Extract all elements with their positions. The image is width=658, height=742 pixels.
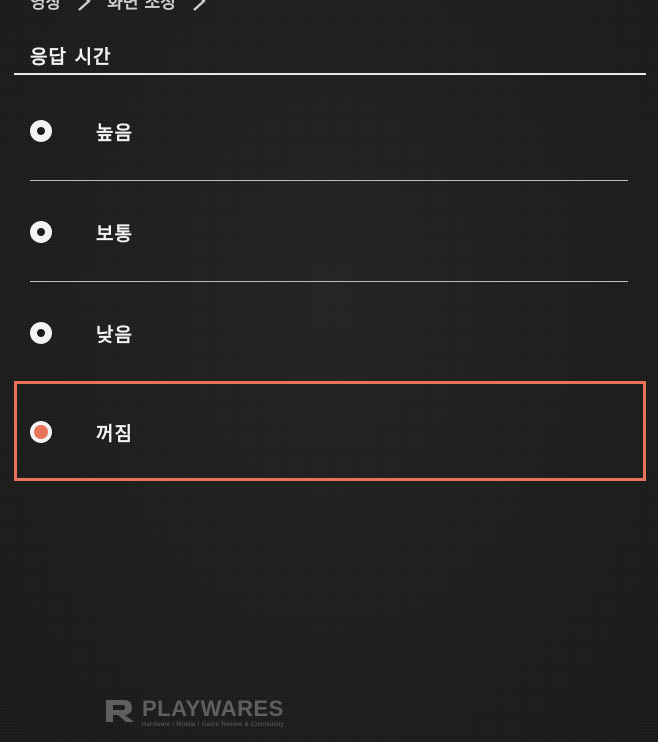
page-title: 응답 시간 (30, 46, 112, 68)
option-off[interactable]: 꺼짐 (14, 381, 646, 481)
chevron-right-icon (77, 0, 92, 12)
radio-button-icon[interactable] (30, 221, 52, 243)
radio-button-icon[interactable] (30, 120, 52, 142)
option-low[interactable]: 낮음 (14, 282, 646, 382)
title-divider (14, 73, 646, 75)
option-label: 높음 (96, 122, 133, 144)
playwares-logo-icon (104, 698, 136, 728)
option-label: 보통 (96, 223, 133, 245)
watermark: PLAYWARES Hardware / Mobile / Game Revie… (104, 698, 284, 728)
option-label: 꺼짐 (96, 423, 133, 445)
breadcrumb-item-screen-adjust[interactable]: 화면 조정 (107, 0, 175, 13)
option-label: 낮음 (96, 324, 133, 346)
watermark-brand: PLAYWARES (142, 696, 284, 721)
breadcrumb-item-video[interactable]: 영상 (30, 0, 61, 13)
radio-button-icon[interactable] (30, 322, 52, 344)
breadcrumb: 영상 화면 조정 (30, 0, 206, 13)
watermark-tagline: Hardware / Mobile / Game Review & Commun… (142, 722, 284, 728)
option-normal[interactable]: 보통 (14, 181, 646, 282)
option-high[interactable]: 높음 (14, 80, 646, 181)
radio-selected-icon[interactable] (30, 421, 52, 443)
chevron-right-icon (192, 0, 206, 12)
